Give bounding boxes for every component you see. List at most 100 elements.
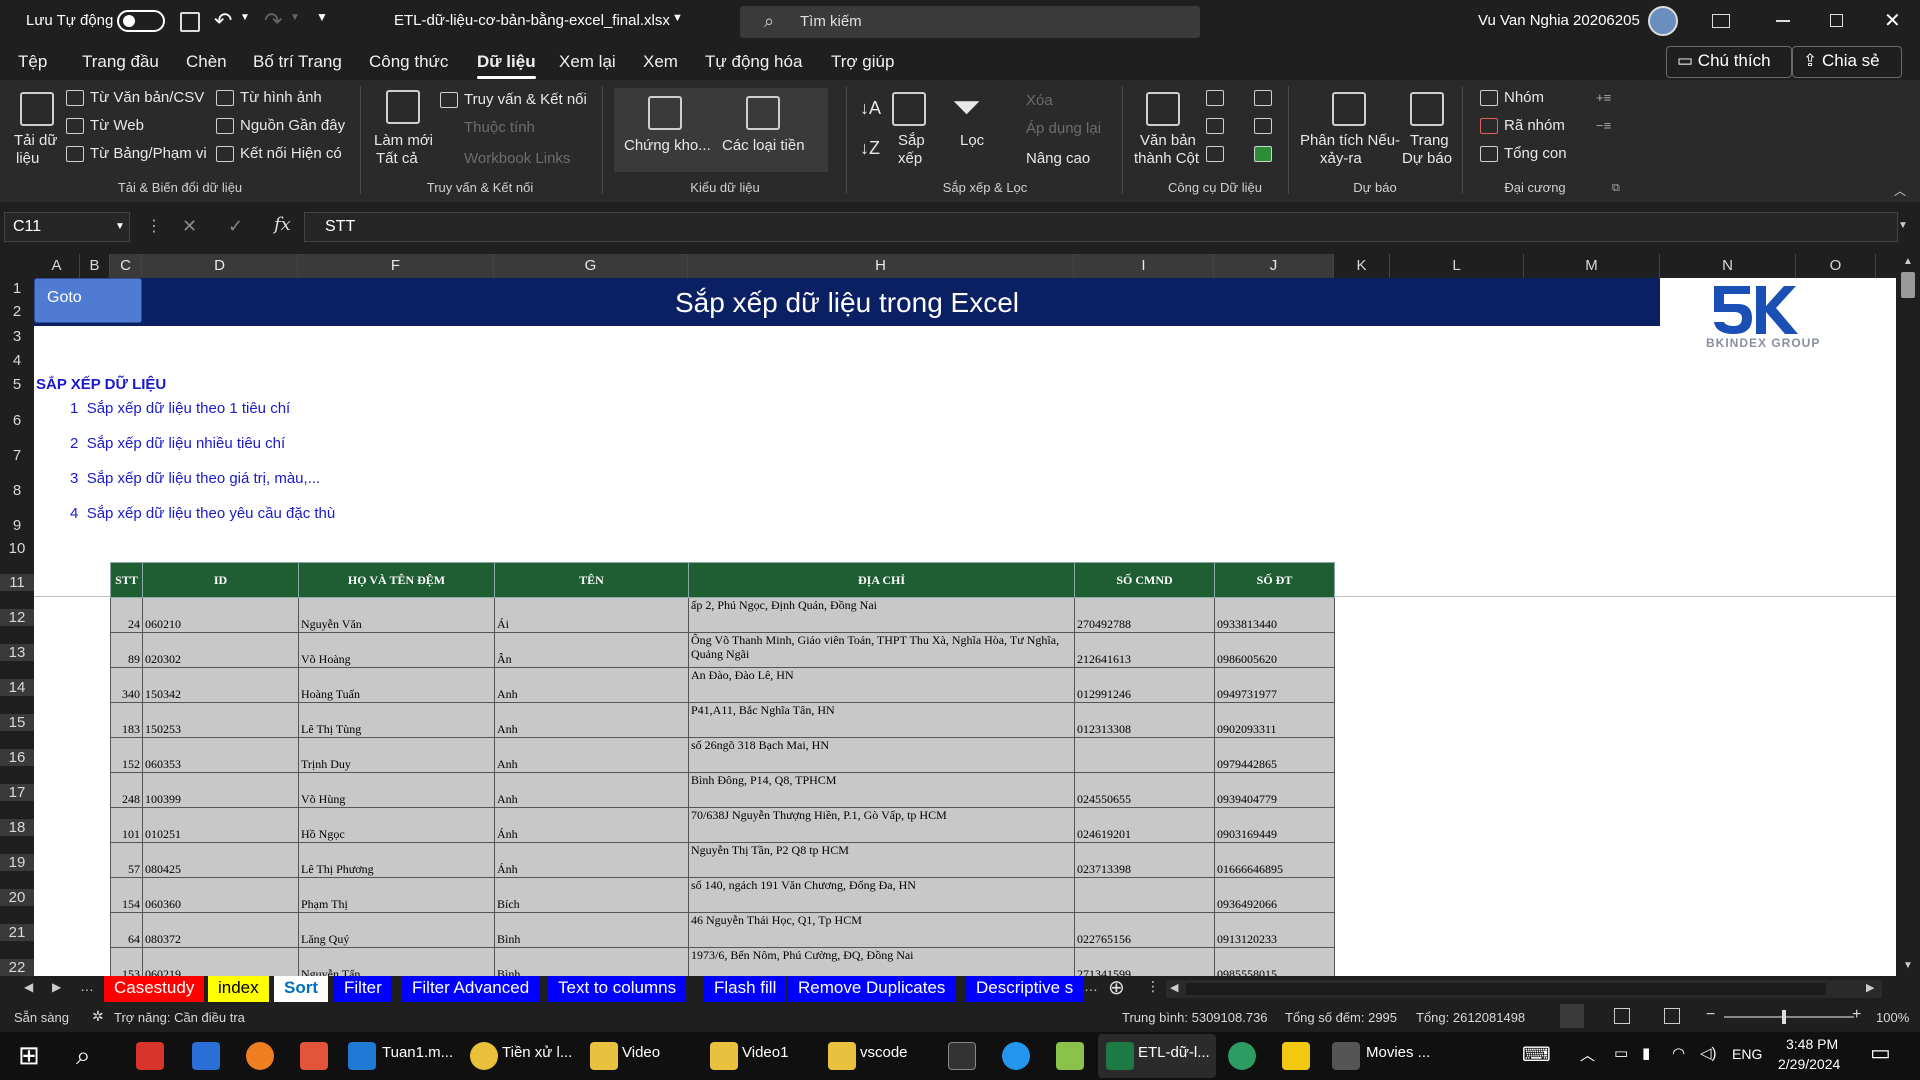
tab-data[interactable]: Dữ liệu: [477, 52, 536, 79]
header-phone[interactable]: SỐ ĐT: [1214, 562, 1335, 598]
clock-time[interactable]: 3:48 PM: [1786, 1036, 1838, 1052]
reapply-button[interactable]: Áp dụng lại: [1026, 120, 1101, 137]
collapse-ribbon-icon[interactable]: ︿: [1894, 182, 1906, 199]
table-cell[interactable]: 080425: [142, 842, 299, 878]
table-cell[interactable]: Bình Đông, P14, Q8, TPHCM: [688, 772, 1075, 808]
table-cell[interactable]: Anh: [494, 737, 689, 773]
table-cell[interactable]: 060353: [142, 737, 299, 773]
table-cell[interactable]: Anh: [494, 772, 689, 808]
sort-za-icon[interactable]: ↓Z: [860, 138, 880, 159]
table-cell[interactable]: 150342: [142, 667, 299, 703]
sheet-tab[interactable]: Filter Advanced: [402, 976, 540, 1002]
header-id-card[interactable]: SỐ CMND: [1074, 562, 1215, 598]
tab-insert[interactable]: Chèn: [186, 52, 227, 72]
vertical-scrollbar[interactable]: ▲ ▼: [1896, 254, 1920, 976]
tab-help[interactable]: Trợ giúp: [831, 52, 894, 72]
tab-page-layout[interactable]: Bố trí Trang: [253, 52, 342, 72]
data-validation-icon[interactable]: [1206, 146, 1224, 162]
folder-icon[interactable]: [590, 1042, 618, 1070]
table-cell[interactable]: 89: [110, 632, 143, 668]
toc-link[interactable]: 3 Sắp xếp dữ liệu theo giá trị, màu,...: [70, 470, 320, 487]
table-cell[interactable]: Võ Hoàng: [298, 632, 495, 668]
app-icon[interactable]: [246, 1042, 274, 1070]
table-cell[interactable]: 060360: [142, 877, 299, 913]
table-cell[interactable]: Hoàng Tuấn: [298, 667, 495, 703]
table-cell[interactable]: 212641613: [1074, 632, 1215, 668]
taskbar-app-label[interactable]: ETL-dữ-l...: [1138, 1044, 1210, 1061]
sheet-tab[interactable]: Text to columns: [548, 976, 687, 1002]
row-header[interactable]: 22: [0, 959, 34, 976]
normal-view-icon[interactable]: [1560, 1004, 1584, 1028]
toc-link[interactable]: 2 Sắp xếp dữ liệu nhiều tiêu chí: [70, 435, 285, 452]
table-cell[interactable]: 340: [110, 667, 143, 703]
chevron-up-icon[interactable]: ︿: [1580, 1044, 1595, 1065]
folder-icon[interactable]: [710, 1042, 738, 1070]
tab-file[interactable]: Tệp: [18, 52, 47, 72]
undo-dropdown-icon[interactable]: ▼: [240, 12, 250, 23]
row-header[interactable]: 6: [0, 412, 34, 429]
from-picture-button[interactable]: Từ hình ảnh: [240, 89, 322, 106]
table-cell[interactable]: Lê Thị Tùng: [298, 702, 495, 738]
redo-dropdown-icon[interactable]: ▼: [290, 12, 300, 23]
dialog-launcher-icon[interactable]: ⧉: [1612, 182, 1620, 195]
taskbar-app-label[interactable]: Tiền xử l...: [502, 1044, 572, 1061]
header-last-middle-name[interactable]: HỌ VÀ TÊN ĐỆM: [298, 562, 495, 598]
recent-sources-button[interactable]: Nguồn Gần đây: [240, 117, 345, 134]
row-header[interactable]: 15: [0, 714, 34, 731]
column-header[interactable]: H: [688, 254, 1074, 278]
table-cell[interactable]: 024550655: [1074, 772, 1215, 808]
row-header[interactable]: 18: [0, 819, 34, 836]
get-data-button[interactable]: Tải dữ: [14, 132, 57, 149]
table-cell[interactable]: số 140, ngách 191 Văn Chương, Đống Đa, H…: [688, 877, 1075, 913]
data-types-gallery[interactable]: [614, 88, 828, 172]
consolidate-icon[interactable]: [1254, 90, 1272, 106]
table-cell[interactable]: 0986005620: [1214, 632, 1335, 668]
table-cell[interactable]: 46 Nguyễn Thái Học, Q1, Tp HCM: [688, 912, 1075, 948]
row-header[interactable]: 1: [0, 280, 34, 297]
more-tabs-icon[interactable]: …: [1084, 978, 1098, 994]
row-header[interactable]: 4: [0, 352, 34, 369]
hscroll-thumb[interactable]: [1186, 983, 1826, 995]
refresh-all-button[interactable]: Làm mới: [374, 132, 433, 149]
notification-icon[interactable]: ▭: [1870, 1040, 1891, 1066]
forecast-sheet-button[interactable]: Trang: [1410, 132, 1449, 149]
table-cell[interactable]: số 26ngõ 318 Bạch Mai, HN: [688, 737, 1075, 773]
table-cell[interactable]: Bình: [494, 912, 689, 948]
share-button[interactable]: ⇪ Chia sẻ ▼: [1792, 46, 1902, 89]
table-cell[interactable]: 024619201: [1074, 807, 1215, 843]
column-header[interactable]: A: [34, 254, 80, 278]
advanced-button[interactable]: Nâng cao: [1026, 150, 1090, 167]
row-header[interactable]: 16: [0, 749, 34, 766]
minimize-icon[interactable]: [1776, 20, 1790, 22]
properties-button[interactable]: Thuộc tính: [464, 119, 535, 136]
toc-link[interactable]: 1 Sắp xếp dữ liệu theo 1 tiêu chí: [70, 400, 290, 417]
table-cell[interactable]: 0933813440: [1214, 597, 1335, 633]
text-to-columns-button[interactable]: Văn bản: [1140, 132, 1196, 149]
clock-date[interactable]: 2/29/2024: [1778, 1056, 1840, 1072]
row-header[interactable]: 20: [0, 889, 34, 906]
terminal-icon[interactable]: [948, 1042, 976, 1070]
scroll-up-icon[interactable]: ▲: [1903, 256, 1913, 267]
tab-scroll-right-icon[interactable]: ▶: [52, 980, 61, 994]
toc-link[interactable]: 4 Sắp xếp dữ liệu theo yêu cầu đặc thù: [70, 505, 335, 522]
filter-button[interactable]: Lọc: [960, 132, 984, 149]
table-cell[interactable]: 152: [110, 737, 143, 773]
table-cell[interactable]: 1973/6, Bến Nôm, Phú Cường, ĐQ, Đồng Nai: [688, 947, 1075, 976]
existing-connections-button[interactable]: Kết nối Hiện có: [240, 145, 342, 162]
header-address[interactable]: ĐỊA CHỈ: [688, 562, 1075, 598]
table-cell[interactable]: Ông Võ Thanh Minh, Giáo viên Toán, THPT …: [688, 632, 1075, 668]
table-cell[interactable]: 012991246: [1074, 667, 1215, 703]
tray-icon[interactable]: ▭: [1614, 1044, 1628, 1062]
sheet-tab[interactable]: Casestudy: [104, 976, 205, 1002]
currencies-button[interactable]: Các loại tiền: [722, 137, 805, 154]
ungroup-button[interactable]: Rã nhóm: [1504, 117, 1565, 134]
insert-function-icon[interactable]: fx: [274, 214, 291, 235]
header-stt[interactable]: STT: [110, 562, 143, 598]
row-header[interactable]: 19: [0, 854, 34, 871]
table-cell[interactable]: 153: [110, 947, 143, 976]
row-header[interactable]: 8: [0, 482, 34, 499]
table-cell[interactable]: Ánh: [494, 807, 689, 843]
windows-start-icon[interactable]: ⊞: [18, 1040, 40, 1071]
tab-formulas[interactable]: Công thức: [369, 52, 448, 72]
search-icon[interactable]: ⌕: [76, 1040, 91, 1072]
